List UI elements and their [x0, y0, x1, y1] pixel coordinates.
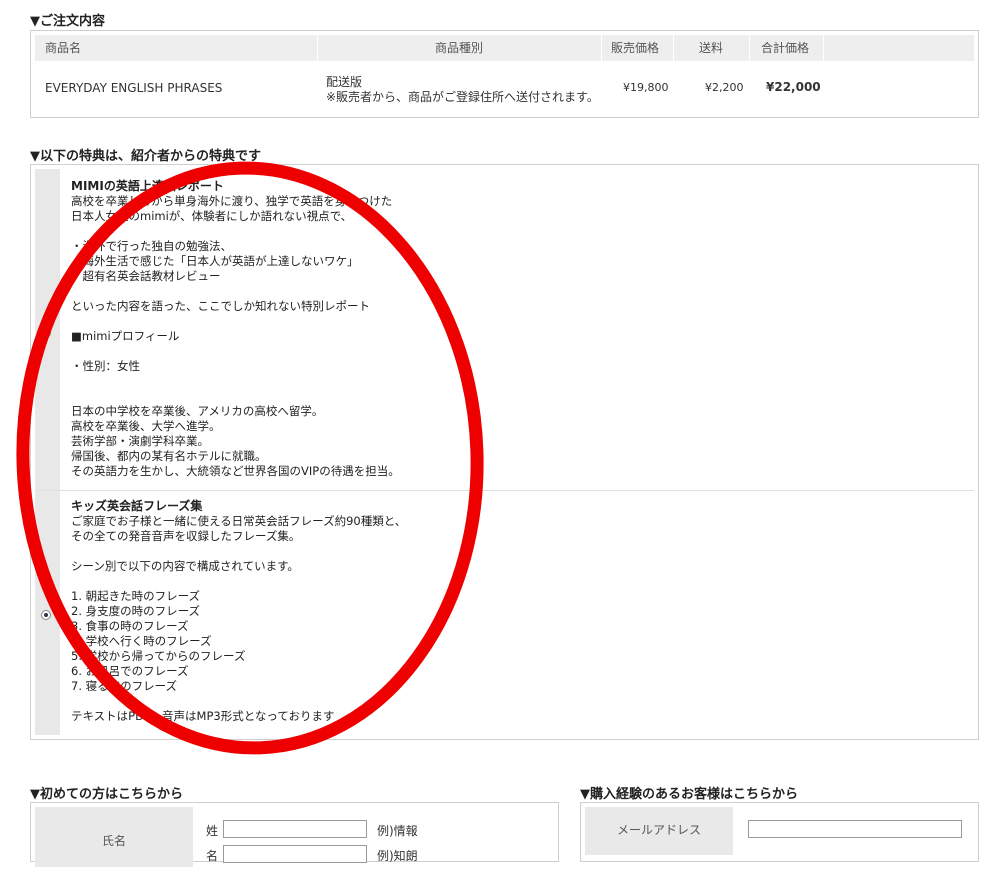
benefit-item-mimi-report: MIMIの英語上達法レポート 高校を卒業してから単身海外に渡り、独学で英語を身に…	[71, 179, 400, 479]
benefit-divider	[35, 490, 974, 491]
order-shipping: ¥2,200	[705, 81, 744, 94]
first-name-input[interactable]	[223, 845, 367, 863]
new-customer-form: 氏名 姓 例)情報 名 例)知朗	[30, 802, 559, 867]
header-product-type: 商品種別	[435, 41, 484, 55]
benefit-title-mimi-report: MIMIの英語上達法レポート	[71, 179, 224, 193]
name-label: 氏名	[35, 807, 193, 867]
header-product-name: 商品名	[45, 41, 82, 55]
benefit-title-kids-phrases: キッズ英会話フレーズ集	[71, 499, 203, 513]
order-price: ¥19,800	[623, 81, 669, 94]
benefits-section-title: ▼以下の特典は、紹介者からの特典です	[30, 149, 261, 164]
header-total: 合計価格	[761, 41, 810, 55]
order-table: 商品名 商品種別 販売価格 送料 合計価格 EVERYDAY ENGLISH P…	[30, 30, 979, 118]
returning-customer-form: メールアドレス	[580, 802, 979, 862]
order-total: ¥22,000	[766, 80, 821, 94]
first-name-label: 名	[206, 849, 219, 863]
last-name-label: 姓	[206, 824, 219, 838]
benefit-body-kids-phrases: ご家庭でお子様と一緒に使える日常英会話フレーズ約90種類と、 その全ての発音音声…	[71, 514, 407, 723]
benefit-radio-column	[35, 169, 60, 735]
first-name-example: 例)知朗	[377, 849, 418, 863]
benefit-body-mimi-report: 高校を卒業してから単身海外に渡り、独学で英語を身につけた 日本人女性のmimiが…	[71, 194, 400, 478]
order-product-type-note: ※販売者から、商品がご登録住所へ送付されます。	[326, 90, 599, 104]
benefit-item-kids-phrases: キッズ英会話フレーズ集 ご家庭でお子様と一緒に使える日常英会話フレーズ約90種類…	[71, 499, 406, 724]
order-section-title: ▼ご注文内容	[30, 14, 105, 29]
benefit-radio-mimi-report[interactable]	[41, 328, 51, 338]
order-product-name: EVERYDAY ENGLISH PHRASES	[45, 81, 223, 95]
new-customer-title: ▼初めての方はこちらから	[30, 787, 183, 802]
last-name-input[interactable]	[223, 820, 367, 838]
benefit-radio-kids-phrases[interactable]	[41, 610, 51, 620]
header-shipping: 送料	[699, 41, 724, 55]
header-price: 販売価格	[611, 41, 660, 55]
email-label: メールアドレス	[585, 807, 733, 855]
benefits-box: MIMIの英語上達法レポート 高校を卒業してから単身海外に渡り、独学で英語を身に…	[30, 164, 979, 740]
returning-customer-title: ▼購入経験のあるお客様はこちらから	[580, 787, 798, 802]
email-input[interactable]	[748, 820, 962, 838]
order-table-header: 商品名 商品種別 販売価格 送料 合計価格	[35, 35, 974, 61]
last-name-example: 例)情報	[377, 824, 418, 838]
